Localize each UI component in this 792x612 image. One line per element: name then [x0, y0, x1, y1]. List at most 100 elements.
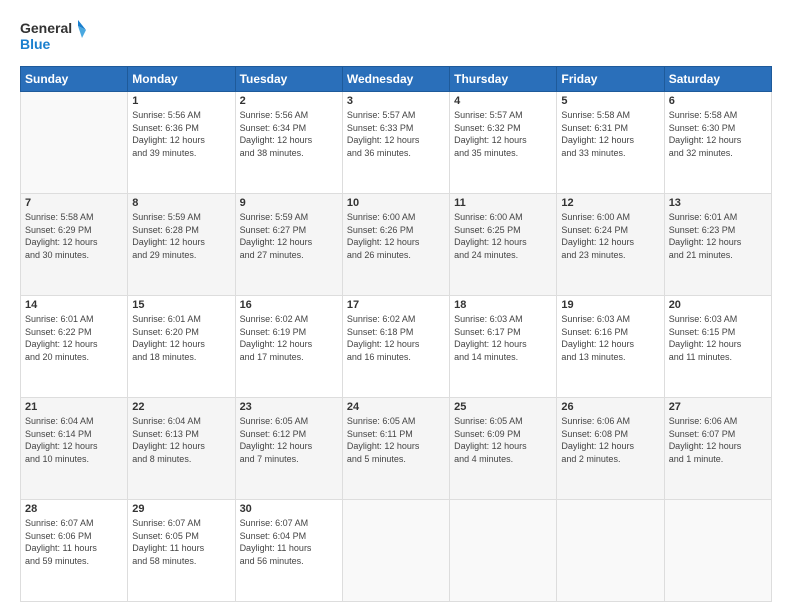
day-number: 14 [25, 299, 123, 311]
calendar-cell: 19 Sunrise: 6:03 AM Sunset: 6:16 PM Dayli… [557, 296, 664, 398]
day-info: Sunrise: 5:56 AM Sunset: 6:36 PM Dayligh… [132, 109, 230, 159]
calendar-cell: 8 Sunrise: 5:59 AM Sunset: 6:28 PM Daylig… [128, 194, 235, 296]
calendar-cell: 21 Sunrise: 6:04 AM Sunset: 6:14 PM Dayli… [21, 398, 128, 500]
header: General Blue [20, 16, 772, 56]
calendar-cell: 5 Sunrise: 5:58 AM Sunset: 6:31 PM Daylig… [557, 92, 664, 194]
day-info: Sunrise: 6:05 AM Sunset: 6:09 PM Dayligh… [454, 415, 552, 465]
weekday-header-friday: Friday [557, 67, 664, 92]
week-row-3: 14 Sunrise: 6:01 AM Sunset: 6:22 PM Dayli… [21, 296, 772, 398]
svg-text:General: General [20, 20, 72, 36]
day-info: Sunrise: 6:03 AM Sunset: 6:17 PM Dayligh… [454, 313, 552, 363]
calendar-cell: 22Sunrise: 6:04 AM Sunset: 6:13 PM Dayli… [128, 398, 235, 500]
calendar-cell: 24 Sunrise: 6:05 AM Sunset: 6:11 PM Dayli… [342, 398, 449, 500]
calendar-cell: 11Sunrise: 6:00 AM Sunset: 6:25 PM Dayli… [450, 194, 557, 296]
day-number: 7 [25, 197, 123, 209]
day-info: Sunrise: 6:03 AM Sunset: 6:15 PM Dayligh… [669, 313, 767, 363]
day-number: 10 [347, 197, 445, 209]
calendar-cell: 17 Sunrise: 6:02 AM Sunset: 6:18 PM Dayli… [342, 296, 449, 398]
calendar-cell: 25 Sunrise: 6:05 AM Sunset: 6:09 PM Dayli… [450, 398, 557, 500]
day-number: 4 [454, 95, 552, 107]
calendar-cell: 10 Sunrise: 6:00 AM Sunset: 6:26 PM Dayli… [342, 194, 449, 296]
calendar-cell: 4 Sunrise: 5:57 AM Sunset: 6:32 PM Daylig… [450, 92, 557, 194]
day-info: Sunrise: 6:07 AM Sunset: 6:05 PM Dayligh… [132, 517, 230, 567]
day-number: 30 [240, 503, 338, 515]
day-info: Sunrise: 6:06 AM Sunset: 6:07 PM Dayligh… [669, 415, 767, 465]
day-number: 8 [132, 197, 230, 209]
day-number: 9 [240, 197, 338, 209]
day-number: 21 [25, 401, 123, 413]
day-info: Sunrise: 6:05 AM Sunset: 6:12 PM Dayligh… [240, 415, 338, 465]
weekday-header-thursday: Thursday [450, 67, 557, 92]
calendar-cell: 12 Sunrise: 6:00 AM Sunset: 6:24 PM Dayli… [557, 194, 664, 296]
day-info: Sunrise: 5:57 AM Sunset: 6:32 PM Dayligh… [454, 109, 552, 159]
calendar-cell: 23 Sunrise: 6:05 AM Sunset: 6:12 PM Dayli… [235, 398, 342, 500]
day-number: 24 [347, 401, 445, 413]
calendar-cell: 15 Sunrise: 6:01 AM Sunset: 6:20 PM Dayli… [128, 296, 235, 398]
day-info: Sunrise: 6:02 AM Sunset: 6:18 PM Dayligh… [347, 313, 445, 363]
day-info: Sunrise: 6:04 AM Sunset: 6:14 PM Dayligh… [25, 415, 123, 465]
calendar-cell: 18 Sunrise: 6:03 AM Sunset: 6:17 PM Dayli… [450, 296, 557, 398]
calendar-cell: 3 Sunrise: 5:57 AM Sunset: 6:33 PM Daylig… [342, 92, 449, 194]
day-info: Sunrise: 6:00 AM Sunset: 6:26 PM Dayligh… [347, 211, 445, 261]
calendar-cell: 2 Sunrise: 5:56 AM Sunset: 6:34 PM Daylig… [235, 92, 342, 194]
logo-svg: General Blue [20, 16, 90, 56]
calendar-cell: 9 Sunrise: 5:59 AM Sunset: 6:27 PM Daylig… [235, 194, 342, 296]
day-number: 25 [454, 401, 552, 413]
day-info: Sunrise: 5:59 AM Sunset: 6:28 PM Dayligh… [132, 211, 230, 261]
calendar-cell [21, 92, 128, 194]
day-info: Sunrise: 6:00 AM Sunset: 6:25 PM Dayligh… [454, 211, 552, 261]
week-row-4: 21 Sunrise: 6:04 AM Sunset: 6:14 PM Dayli… [21, 398, 772, 500]
day-info: Sunrise: 6:05 AM Sunset: 6:11 PM Dayligh… [347, 415, 445, 465]
day-number: 23 [240, 401, 338, 413]
day-number: 18 [454, 299, 552, 311]
calendar-cell: 7Sunrise: 5:58 AM Sunset: 6:29 PM Daylig… [21, 194, 128, 296]
day-number: 1 [132, 95, 230, 107]
day-info: Sunrise: 5:59 AM Sunset: 6:27 PM Dayligh… [240, 211, 338, 261]
week-row-2: 7Sunrise: 5:58 AM Sunset: 6:29 PM Daylig… [21, 194, 772, 296]
day-info: Sunrise: 6:02 AM Sunset: 6:19 PM Dayligh… [240, 313, 338, 363]
logo: General Blue [20, 16, 90, 56]
day-info: Sunrise: 6:04 AM Sunset: 6:13 PM Dayligh… [132, 415, 230, 465]
calendar-cell: 30Sunrise: 6:07 AM Sunset: 6:04 PM Dayli… [235, 500, 342, 602]
day-info: Sunrise: 5:56 AM Sunset: 6:34 PM Dayligh… [240, 109, 338, 159]
day-number: 3 [347, 95, 445, 107]
calendar-cell [342, 500, 449, 602]
calendar-cell: 26 Sunrise: 6:06 AM Sunset: 6:08 PM Dayli… [557, 398, 664, 500]
calendar-table: SundayMondayTuesdayWednesdayThursdayFrid… [20, 66, 772, 602]
calendar-cell: 20 Sunrise: 6:03 AM Sunset: 6:15 PM Dayli… [664, 296, 771, 398]
week-row-1: 1 Sunrise: 5:56 AM Sunset: 6:36 PM Daylig… [21, 92, 772, 194]
day-number: 17 [347, 299, 445, 311]
weekday-header-saturday: Saturday [664, 67, 771, 92]
day-info: Sunrise: 6:00 AM Sunset: 6:24 PM Dayligh… [561, 211, 659, 261]
day-info: Sunrise: 5:57 AM Sunset: 6:33 PM Dayligh… [347, 109, 445, 159]
calendar-cell: 29 Sunrise: 6:07 AM Sunset: 6:05 PM Dayli… [128, 500, 235, 602]
weekday-header-wednesday: Wednesday [342, 67, 449, 92]
day-number: 6 [669, 95, 767, 107]
calendar-cell [664, 500, 771, 602]
day-number: 15 [132, 299, 230, 311]
day-number: 20 [669, 299, 767, 311]
day-number: 27 [669, 401, 767, 413]
day-number: 28 [25, 503, 123, 515]
day-number: 5 [561, 95, 659, 107]
day-info: Sunrise: 6:01 AM Sunset: 6:20 PM Dayligh… [132, 313, 230, 363]
day-number: 12 [561, 197, 659, 209]
calendar-cell: 13 Sunrise: 6:01 AM Sunset: 6:23 PM Dayli… [664, 194, 771, 296]
day-info: Sunrise: 6:03 AM Sunset: 6:16 PM Dayligh… [561, 313, 659, 363]
day-number: 26 [561, 401, 659, 413]
day-info: Sunrise: 6:01 AM Sunset: 6:23 PM Dayligh… [669, 211, 767, 261]
day-info: Sunrise: 5:58 AM Sunset: 6:30 PM Dayligh… [669, 109, 767, 159]
day-info: Sunrise: 5:58 AM Sunset: 6:31 PM Dayligh… [561, 109, 659, 159]
day-number: 29 [132, 503, 230, 515]
day-info: Sunrise: 6:06 AM Sunset: 6:08 PM Dayligh… [561, 415, 659, 465]
page: General Blue SundayMondayTuesdayWednesda… [0, 0, 792, 612]
day-number: 2 [240, 95, 338, 107]
calendar-cell: 14 Sunrise: 6:01 AM Sunset: 6:22 PM Dayli… [21, 296, 128, 398]
calendar-cell: 6 Sunrise: 5:58 AM Sunset: 6:30 PM Daylig… [664, 92, 771, 194]
calendar-cell: 16 Sunrise: 6:02 AM Sunset: 6:19 PM Dayli… [235, 296, 342, 398]
day-number: 13 [669, 197, 767, 209]
day-number: 16 [240, 299, 338, 311]
day-number: 19 [561, 299, 659, 311]
weekday-header-row: SundayMondayTuesdayWednesdayThursdayFrid… [21, 67, 772, 92]
day-info: Sunrise: 6:01 AM Sunset: 6:22 PM Dayligh… [25, 313, 123, 363]
